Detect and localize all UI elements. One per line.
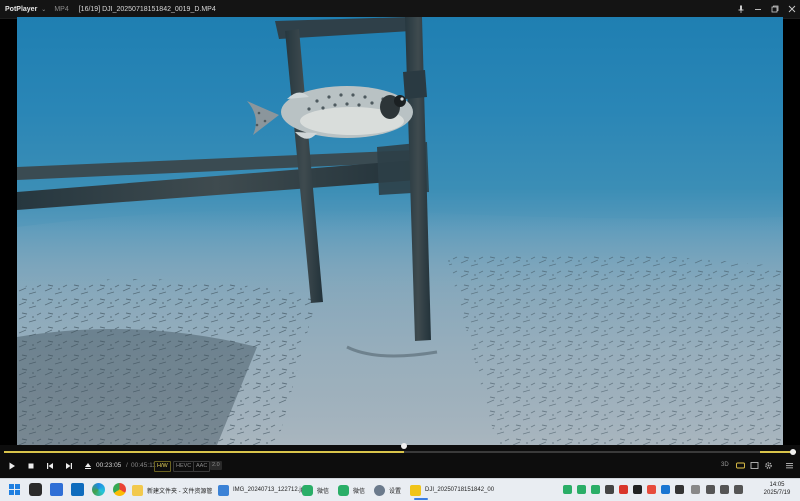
wechat-icon <box>302 484 313 496</box>
tray-app-icon[interactable] <box>591 485 600 494</box>
edge-icon[interactable] <box>92 483 105 496</box>
photos-icon <box>218 484 229 496</box>
video-codec-badge[interactable]: HEVC <box>173 461 195 472</box>
minimize-icon[interactable] <box>754 5 762 13</box>
window-controls <box>737 0 796 18</box>
stop-icon[interactable] <box>25 459 37 473</box>
taskbar-app-label: 微信 <box>317 488 330 495</box>
volume-handle[interactable] <box>790 449 796 455</box>
time-separator: / <box>126 462 128 469</box>
battery-icon[interactable] <box>734 485 743 494</box>
video-display[interactable] <box>17 17 783 445</box>
taskbar-app-label: 微信 <box>353 488 366 495</box>
audio-codec-badge[interactable]: AAC <box>193 461 211 472</box>
screen-ratio-icon[interactable] <box>750 461 759 470</box>
folder-icon <box>132 484 143 496</box>
pufferfish <box>247 86 413 139</box>
app-blue-icon[interactable] <box>50 483 63 496</box>
tray-app-icon[interactable] <box>675 485 684 494</box>
taskbar-app-label: DJI_20250718151842_00 <box>425 487 495 493</box>
tray-app-icon[interactable] <box>647 485 656 494</box>
potplayer-icon <box>410 484 421 496</box>
close-icon[interactable] <box>788 5 796 13</box>
tray-app-icon[interactable] <box>605 485 614 494</box>
app-menu-button[interactable]: PotPlayer <box>0 6 37 13</box>
total-time: 00:45:11 <box>131 462 156 469</box>
video-frame <box>17 17 783 445</box>
settings-icon <box>374 484 385 496</box>
seek-bar[interactable] <box>4 451 796 453</box>
app-cube-icon[interactable] <box>29 483 42 496</box>
taskbar-app-photos[interactable]: IMG_20240713_122712.jp <box>218 482 304 498</box>
window-title: [16/19] DJI_20250718151842_0019_D.MP4 <box>78 5 216 13</box>
vr-icon[interactable] <box>736 461 745 470</box>
chevron-down-icon[interactable]: ⌄ <box>41 6 46 13</box>
gear-icon[interactable] <box>764 461 773 470</box>
taskbar-app-label: IMG_20240713_122712.jp <box>233 487 305 493</box>
3d-mode-button[interactable]: 3D <box>721 462 729 468</box>
play-icon[interactable] <box>6 459 18 473</box>
audio-channels-badge[interactable]: 2.0 <box>210 461 222 470</box>
clock-date: 2025/7/19 <box>763 490 791 496</box>
next-icon[interactable] <box>63 459 75 473</box>
taskbar-app-wechat-2[interactable]: 微信 <box>338 482 372 498</box>
taskbar-app-wechat-1[interactable]: 微信 <box>302 482 336 498</box>
tray-app-icon[interactable] <box>619 485 628 494</box>
taskbar-clock[interactable]: 14:05 2025/7/19 <box>759 481 795 497</box>
previous-icon[interactable] <box>44 459 56 473</box>
tray-app-icon[interactable] <box>633 485 642 494</box>
seek-progress <box>4 451 404 453</box>
start-icon[interactable] <box>8 483 21 496</box>
pin-icon[interactable] <box>737 5 745 13</box>
taskbar-app-explorer[interactable]: 新建文件夹 - 文件资源管 <box>132 482 214 498</box>
tray-wechat-icon[interactable] <box>563 485 572 494</box>
network-icon[interactable] <box>706 485 715 494</box>
eject-icon[interactable] <box>82 459 94 473</box>
seek-handle[interactable] <box>400 443 407 449</box>
current-time[interactable]: 00:23:05 <box>96 462 121 469</box>
tray-app-icon[interactable] <box>661 485 670 494</box>
restore-icon[interactable] <box>771 5 779 13</box>
hw-decoder-badge[interactable]: H/W <box>154 461 171 472</box>
format-label: MP4 <box>54 5 69 13</box>
tray-wechat-icon[interactable] <box>577 485 586 494</box>
player-controls: 00:23:05 / 00:45:11 H/W HEVC AAC 2.0 3D <box>0 443 800 478</box>
tray-overflow-icon[interactable] <box>691 485 700 494</box>
clock-time: 14:05 <box>769 482 785 488</box>
taskbar-app-label: 新建文件夹 - 文件资源管 <box>147 488 213 495</box>
windows-taskbar: 新建文件夹 - 文件资源管 IMG_20240713_122712.jp 微信 … <box>0 478 800 501</box>
chrome-icon[interactable] <box>113 483 126 496</box>
wechat-icon <box>338 484 349 496</box>
playlist-icon[interactable] <box>785 461 794 470</box>
taskbar-app-settings[interactable]: 设置 <box>374 482 408 498</box>
outlook-icon[interactable] <box>71 483 84 496</box>
volume-icon[interactable] <box>720 485 729 494</box>
taskbar-app-potplayer[interactable]: DJI_20250718151842_00 <box>410 482 494 500</box>
taskbar-app-label: 设置 <box>389 488 402 495</box>
